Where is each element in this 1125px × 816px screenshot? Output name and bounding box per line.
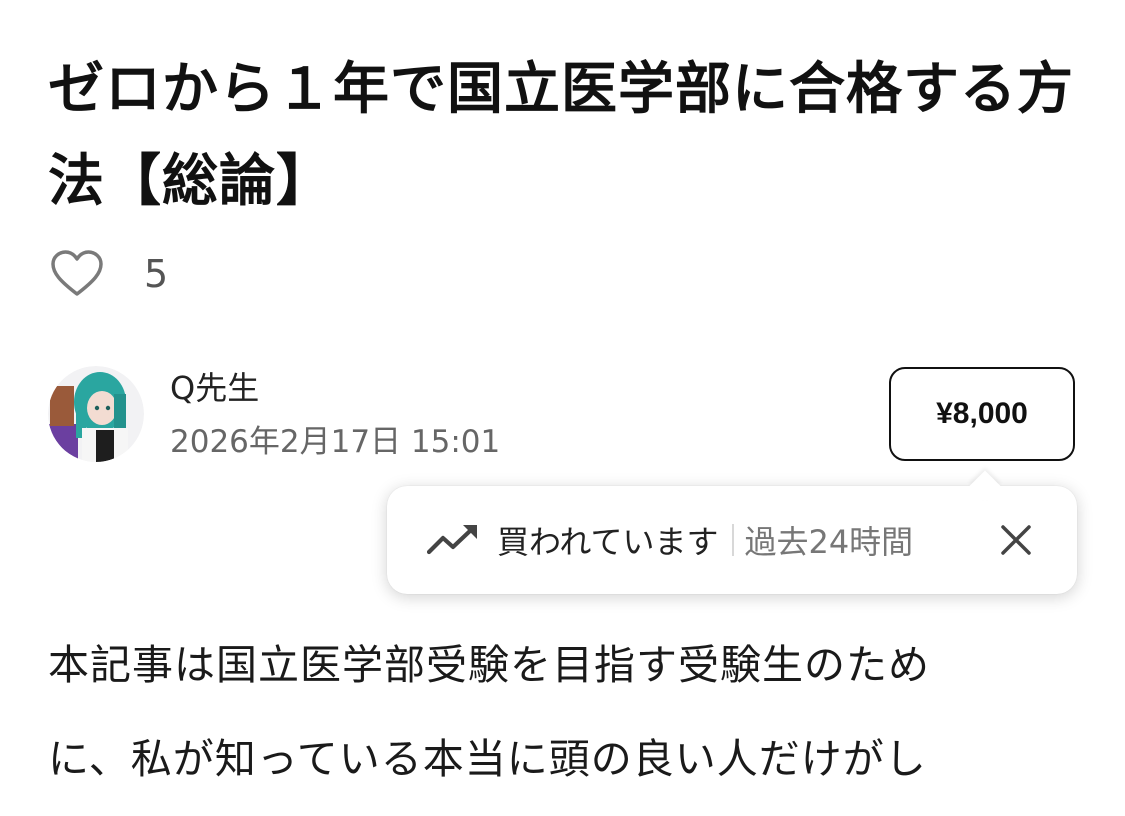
- article-body-line: 本記事は国立医学部受験を目指す受験生のため: [48, 641, 930, 689]
- like-row: 5: [48, 244, 168, 304]
- purchase-trend-tooltip: 買われています 過去24時間: [387, 470, 1077, 594]
- avatar-image: [48, 366, 144, 462]
- article-body: 本記事は国立医学部受験を目指す受験生のため に、私が知っている本当に頭の良い人だ…: [48, 618, 1088, 806]
- post-date: 2026年2月17日 15:01: [170, 424, 501, 460]
- close-x-icon: [1001, 525, 1031, 555]
- author-avatar[interactable]: [48, 366, 144, 462]
- heart-outline-icon: [51, 250, 103, 296]
- tooltip-divider: [732, 524, 735, 556]
- purchase-price-button[interactable]: ¥8,000: [889, 367, 1075, 461]
- like-count: 5: [144, 252, 169, 296]
- author-meta: Q先生 2026年2月17日 15:01: [170, 366, 500, 462]
- author-info: Q先生 2026年2月17日 15:01: [48, 366, 500, 462]
- trending-up-icon: [427, 522, 479, 558]
- tooltip-close-button[interactable]: [999, 523, 1033, 557]
- article-title: ゼロから１年で国立医学部に合格する方法【総論】: [48, 57, 1074, 214]
- like-button[interactable]: [48, 247, 106, 301]
- tooltip-label: 買われています: [497, 523, 719, 561]
- article-body-line: に、私が知っている本当に頭の良い人だけがし: [48, 735, 927, 783]
- tooltip-arrow-cover: [962, 486, 1008, 500]
- author-name[interactable]: Q先生: [170, 368, 500, 408]
- tooltip-period: 過去24時間: [744, 523, 914, 561]
